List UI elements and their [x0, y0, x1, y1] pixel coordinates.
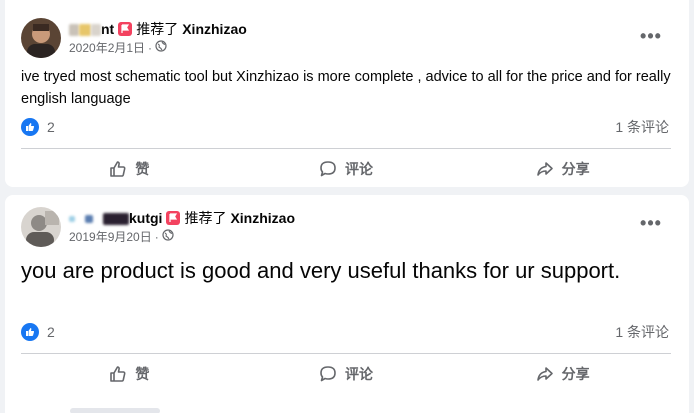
author-name-visible: kutgi	[129, 210, 163, 226]
author-name[interactable]: kutgi	[69, 209, 162, 227]
review-card: kutgi 推荐了 Xinzhizao 2019年9月20日 · ••• you…	[5, 195, 689, 413]
review-text: you are product is good and very useful …	[21, 258, 621, 283]
more-options-icon[interactable]: •••	[637, 209, 665, 237]
like-count: 2	[47, 119, 55, 135]
redacted-name-block	[103, 213, 129, 226]
share-icon	[536, 367, 553, 381]
review-text: ive tryed most schematic tool but Xinzhi…	[21, 69, 671, 107]
thumbs-up-icon	[110, 161, 126, 177]
separator: ·	[148, 41, 153, 55]
post-actions: 赞 评论 分享	[21, 356, 671, 392]
comment-label: 评论	[345, 366, 373, 382]
recommend-label: 推荐了	[136, 21, 179, 37]
post-actions: 赞 评论 分享	[21, 151, 671, 187]
next-post-edge	[70, 408, 160, 413]
page-name-link[interactable]: Xinzhizao	[230, 209, 295, 227]
like-reaction-icon	[21, 323, 39, 341]
thumbs-up-icon	[110, 366, 126, 382]
comment-count-link[interactable]: 1 条评论	[615, 322, 669, 342]
like-reaction-icon	[21, 118, 39, 136]
share-button[interactable]: 分享	[454, 151, 671, 187]
like-label: 赞	[135, 366, 150, 382]
reactions-summary[interactable]: 2	[21, 118, 55, 136]
more-options-icon[interactable]: •••	[637, 22, 665, 50]
share-label: 分享	[561, 161, 590, 177]
globe-icon	[155, 40, 167, 56]
like-label: 赞	[135, 161, 150, 177]
like-button[interactable]: 赞	[21, 151, 238, 187]
share-label: 分享	[561, 366, 590, 382]
comment-icon	[320, 366, 336, 382]
comment-icon	[320, 161, 336, 177]
author-name[interactable]: nt	[69, 20, 114, 38]
post-header: nt 推荐了 Xinzhizao 2020年2月1日 ·	[21, 16, 247, 60]
share-button[interactable]: 分享	[454, 356, 671, 392]
reactions-summary[interactable]: 2	[21, 323, 55, 341]
post-date[interactable]: 2020年2月1日	[69, 40, 145, 56]
divider	[21, 148, 671, 149]
share-icon	[536, 162, 553, 176]
recommend-label: 推荐了	[184, 210, 227, 226]
post-date[interactable]: 2019年9月20日	[69, 229, 152, 245]
recommend-flag-icon	[118, 22, 133, 36]
redacted-name-block	[79, 24, 91, 37]
comment-button[interactable]: 评论	[238, 151, 455, 187]
avatar[interactable]	[21, 18, 61, 58]
page-name-link[interactable]: Xinzhizao	[182, 20, 247, 38]
review-card: nt 推荐了 Xinzhizao 2020年2月1日 · ••• ive try…	[5, 0, 689, 187]
like-button[interactable]: 赞	[21, 356, 238, 392]
comment-button[interactable]: 评论	[238, 356, 455, 392]
redacted-name-block	[91, 24, 101, 37]
author-name-visible: nt	[101, 21, 115, 37]
comment-label: 评论	[345, 161, 373, 177]
comment-count-link[interactable]: 1 条评论	[615, 117, 669, 137]
post-header: kutgi 推荐了 Xinzhizao 2019年9月20日 ·	[21, 205, 295, 249]
redacted-name-block	[85, 215, 93, 224]
globe-icon	[162, 229, 174, 245]
redacted-name-block	[69, 216, 75, 223]
avatar[interactable]	[21, 207, 61, 247]
recommend-flag-icon	[166, 211, 181, 225]
post-stats: 2 1 条评论	[21, 117, 669, 137]
like-count: 2	[47, 324, 55, 340]
divider	[21, 353, 671, 354]
separator: ·	[154, 230, 159, 244]
post-stats: 2 1 条评论	[21, 322, 669, 342]
redacted-name-block	[69, 24, 79, 37]
